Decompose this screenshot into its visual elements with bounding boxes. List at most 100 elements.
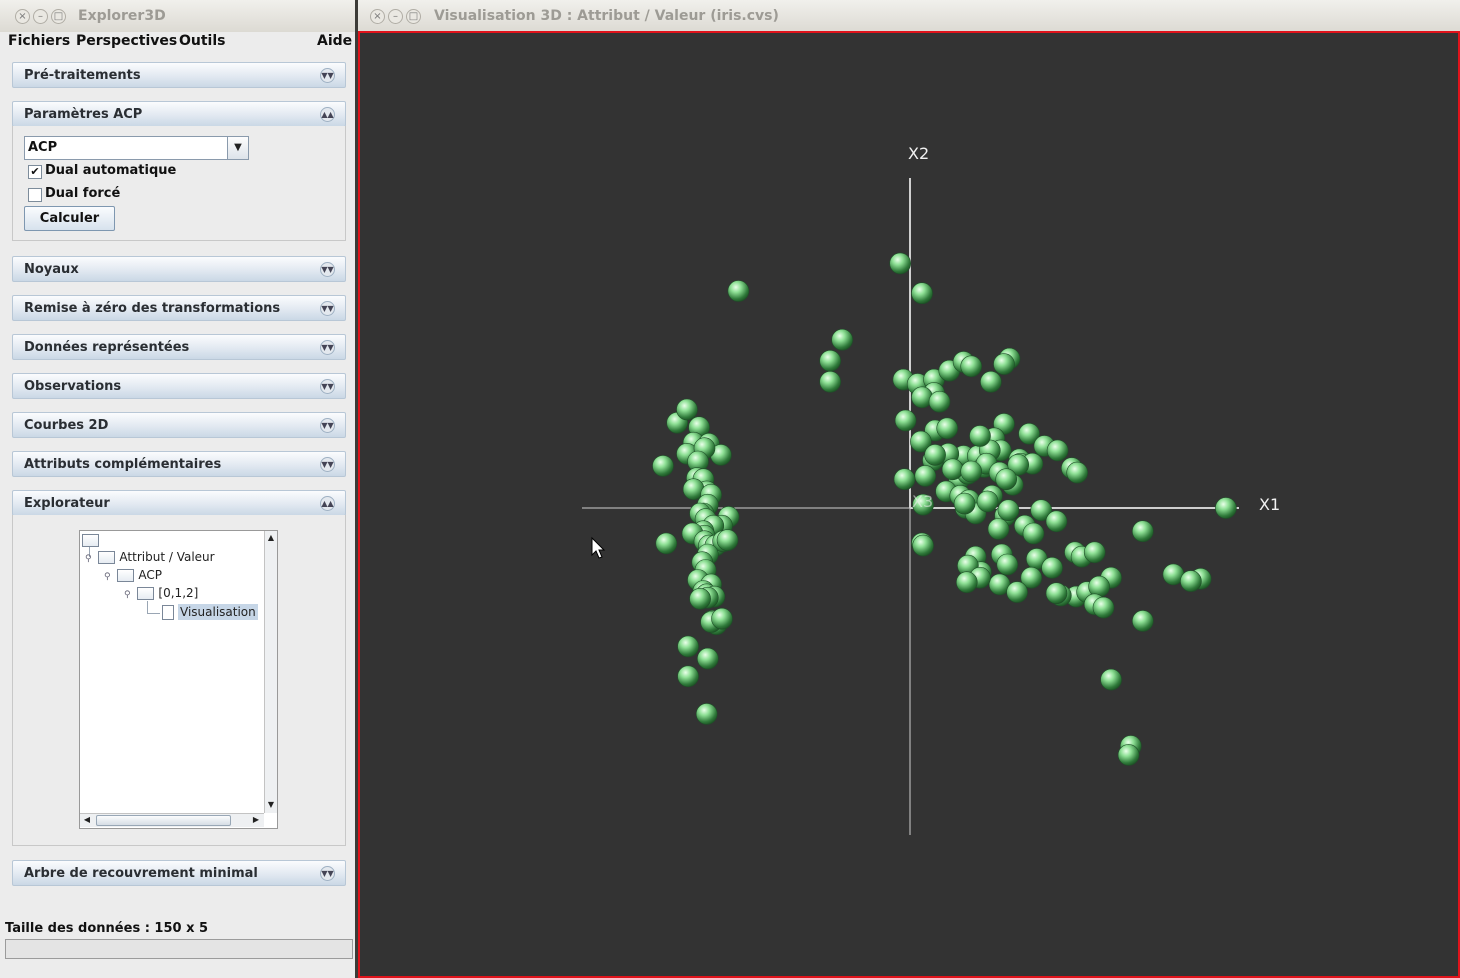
tree-node-acp[interactable]: ⚲ ACP — [104, 568, 162, 584]
minimize-icon[interactable]: – — [388, 9, 403, 24]
close-icon[interactable]: × — [370, 9, 385, 24]
data-point[interactable] — [987, 518, 1010, 540]
minimize-icon[interactable]: – — [33, 9, 48, 24]
chevron-down-icon[interactable]: ▼▼ — [320, 418, 335, 433]
data-point[interactable] — [727, 280, 750, 302]
chevron-down-icon[interactable]: ▼▼ — [320, 340, 335, 355]
data-point[interactable] — [969, 425, 991, 447]
tree-root-folder[interactable] — [82, 533, 103, 549]
expand-handle-icon[interactable]: ⚲ — [104, 572, 111, 582]
panel-observations[interactable]: Observations ▼▼ — [12, 373, 346, 399]
data-point[interactable] — [941, 458, 964, 481]
horizontal-scrollbar[interactable]: ◀ ▶ — [80, 813, 264, 827]
data-point[interactable] — [894, 409, 917, 432]
data-point[interactable] — [1100, 668, 1122, 691]
acp-method-select[interactable]: ACP ▼ — [24, 136, 249, 160]
data-point[interactable] — [976, 490, 999, 513]
panel-explorateur[interactable]: Explorateur ▲▲ — [12, 490, 346, 516]
chevron-down-icon[interactable]: ▼▼ — [320, 262, 335, 277]
expand-handle-icon[interactable]: ⚲ — [124, 590, 131, 600]
data-point[interactable] — [652, 455, 674, 477]
tree-node-attribut-valeur[interactable]: ⚲ Attribut / Valeur — [85, 550, 215, 566]
data-point[interactable] — [980, 370, 1002, 393]
data-point[interactable] — [1006, 581, 1028, 603]
chevron-down-icon[interactable]: ▼▼ — [320, 379, 335, 394]
data-point[interactable] — [1215, 497, 1237, 519]
data-point[interactable] — [677, 635, 699, 658]
data-point[interactable] — [995, 468, 1018, 491]
data-point[interactable] — [1045, 510, 1068, 533]
data-point[interactable] — [996, 553, 1019, 576]
scroll-down-icon[interactable]: ▼ — [265, 799, 277, 811]
data-point[interactable] — [997, 499, 1020, 522]
data-point[interactable] — [928, 390, 951, 413]
vertical-scrollbar[interactable]: ▲ ▼ — [264, 531, 277, 813]
chevron-down-icon[interactable]: ▼▼ — [320, 457, 335, 472]
data-point[interactable] — [1066, 461, 1089, 484]
data-point[interactable] — [819, 370, 842, 393]
scroll-up-icon[interactable]: ▲ — [265, 532, 277, 544]
calculer-button[interactable]: Calculer — [24, 206, 115, 231]
checkbox-unchecked-icon[interactable] — [28, 188, 42, 202]
panel-courbes-2d[interactable]: Courbes 2D ▼▼ — [12, 412, 346, 438]
explorer-tree[interactable]: ⚲ Attribut / Valeur ⚲ ACP ⚲ [0,1,2] Visu… — [79, 530, 278, 829]
scroll-left-icon[interactable]: ◀ — [81, 814, 93, 826]
data-point[interactable] — [1117, 744, 1140, 766]
data-point[interactable] — [716, 529, 739, 551]
chevron-up-icon[interactable]: ▲▲ — [320, 107, 335, 122]
chevron-down-icon[interactable]: ▼▼ — [320, 68, 335, 83]
scroll-thumb[interactable] — [96, 815, 231, 826]
panel-donnees-representees[interactable]: Données représentées ▼▼ — [12, 334, 346, 360]
data-point[interactable] — [893, 468, 916, 491]
menu-aide[interactable]: Aide — [317, 33, 352, 49]
chevron-down-icon[interactable]: ▼ — [227, 137, 248, 159]
data-point[interactable] — [676, 398, 698, 421]
panel-arbre-recouvrement[interactable]: Arbre de recouvrement minimal ▼▼ — [12, 860, 346, 886]
tree-node-012[interactable]: ⚲ [0,1,2] — [124, 586, 198, 602]
panel-noyaux[interactable]: Noyaux ▼▼ — [12, 256, 346, 282]
data-point[interactable] — [1180, 570, 1202, 592]
data-point[interactable] — [1083, 541, 1106, 564]
data-point[interactable] — [1041, 556, 1063, 579]
expand-handle-icon[interactable]: ⚲ — [85, 554, 92, 564]
panel-remise-a-zero[interactable]: Remise à zéro des transformations ▼▼ — [12, 295, 346, 321]
maximize-icon[interactable]: □ — [51, 9, 66, 24]
scatter-plot[interactable]: X1 X2 X3 — [362, 35, 1460, 978]
data-point[interactable] — [831, 328, 854, 351]
panel-parametres-acp[interactable]: Paramètres ACP ▲▲ — [12, 101, 346, 127]
data-point[interactable] — [960, 355, 983, 378]
maximize-icon[interactable]: □ — [406, 9, 421, 24]
scroll-right-icon[interactable]: ▶ — [250, 814, 262, 826]
data-point[interactable] — [1131, 520, 1154, 543]
menu-outils[interactable]: Outils — [179, 33, 226, 49]
data-point[interactable] — [914, 465, 937, 487]
data-point[interactable] — [819, 349, 842, 372]
menu-perspectives[interactable]: Perspectives — [76, 33, 177, 49]
data-point[interactable] — [911, 282, 933, 305]
data-point[interactable] — [695, 703, 718, 725]
data-point[interactable] — [677, 665, 699, 688]
data-point[interactable] — [1131, 610, 1154, 632]
data-point[interactable] — [1022, 522, 1045, 545]
panel-pretraitements[interactable]: Pré-traitements ▼▼ — [12, 62, 346, 88]
data-point[interactable] — [953, 492, 976, 515]
data-point[interactable] — [960, 460, 983, 483]
checkbox-checked-icon[interactable]: ✔ — [28, 165, 42, 179]
data-point[interactable] — [924, 444, 946, 466]
data-point[interactable] — [889, 252, 912, 275]
data-point[interactable] — [993, 353, 1015, 375]
data-point[interactable] — [655, 532, 678, 555]
data-point[interactable] — [1092, 596, 1115, 619]
chevron-up-icon[interactable]: ▲▲ — [320, 496, 335, 511]
panel-attributs-complementaires[interactable]: Attributs complémentaires ▼▼ — [12, 451, 346, 477]
data-point[interactable] — [696, 647, 719, 670]
data-point[interactable] — [936, 417, 959, 440]
tree-node-visualisation[interactable]: Visualisation — [162, 604, 258, 621]
data-point[interactable] — [912, 534, 934, 557]
menu-fichiers[interactable]: Fichiers — [8, 33, 70, 49]
chevron-down-icon[interactable]: ▼▼ — [320, 866, 335, 881]
3d-canvas[interactable]: X1 X2 X3 — [358, 31, 1460, 978]
data-point[interactable] — [1046, 439, 1069, 462]
data-point[interactable] — [1045, 582, 1068, 605]
data-point[interactable] — [689, 587, 711, 610]
